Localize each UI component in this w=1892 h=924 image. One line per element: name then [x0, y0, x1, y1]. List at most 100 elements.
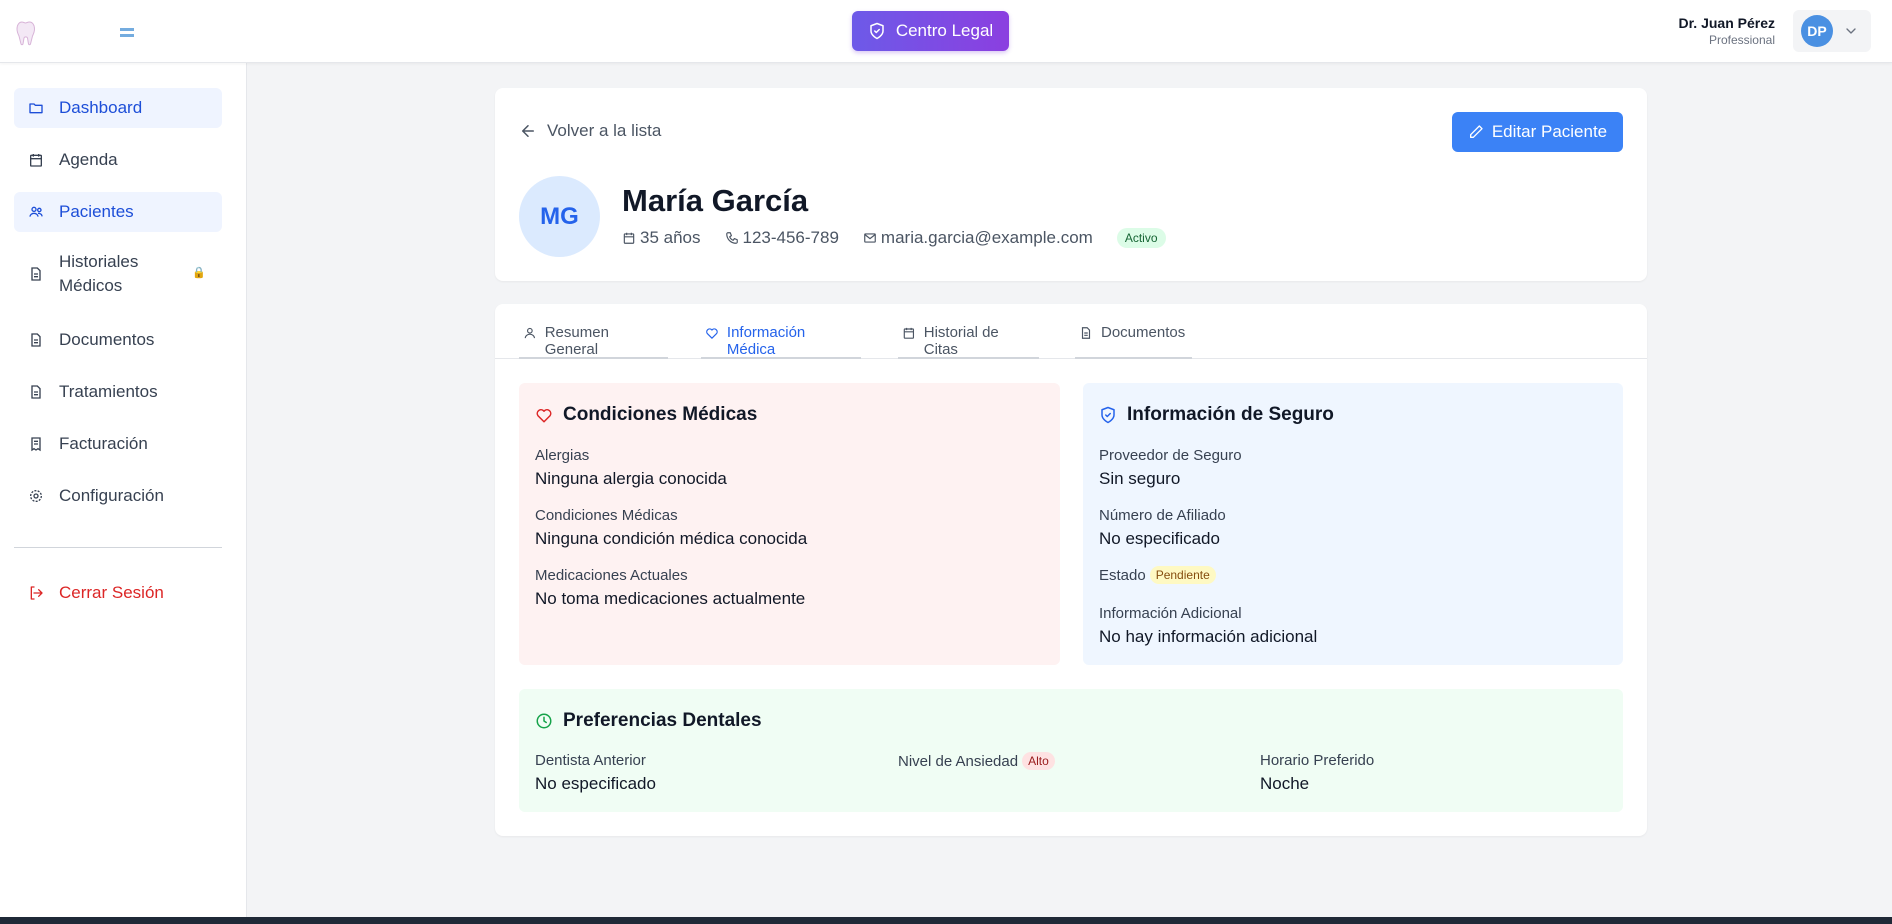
tab-label: Información Médica [726, 324, 806, 358]
dental-preferences-title: Preferencias Dentales [535, 710, 762, 732]
user-name: Dr. Juan Pérez [1678, 15, 1776, 31]
user-icon [524, 327, 536, 339]
patient-header-card: Volver a la lista Editar Paciente MG Mar… [495, 88, 1647, 281]
patient-age-value: 35 años [640, 228, 701, 247]
field-label: Dentista Anterior [535, 752, 646, 769]
field-label: Estado Pendiente [1099, 566, 1216, 584]
conditions-field: Condiciones Médicas Ninguna condición mé… [535, 507, 807, 549]
anxiety-level-field: Nivel de Ansiedad Alto [898, 752, 1055, 770]
field-label: Horario Preferido [1260, 752, 1375, 769]
tab-historial-citas[interactable]: Historial de Citas [898, 320, 1039, 359]
allergies-field: Alergias Ninguna alergia conocida [535, 447, 727, 489]
sidebar-item-documentos[interactable]: Documentos [14, 320, 222, 360]
tab-label: Documentos [1101, 324, 1186, 341]
sidebar-item-label: Facturación [59, 434, 148, 453]
field-value: No toma medicaciones actualmente [535, 589, 806, 608]
edit-label: Editar Paciente [1491, 122, 1608, 141]
calendar-icon [623, 232, 635, 244]
sidebar-item-facturacion[interactable]: Facturación [14, 424, 222, 464]
mail-icon [864, 233, 876, 243]
sidebar: Dashboard Agenda Pacientes Historiales M… [0, 63, 247, 917]
additional-info-field: Información Adicional No hay información… [1099, 605, 1317, 647]
sidebar-item-label: Dashboard [59, 98, 143, 117]
patient-phone: 123-456-789 [725, 228, 839, 248]
document-icon [1081, 327, 1091, 339]
gear-icon [30, 490, 42, 502]
patient-avatar: MG [519, 176, 600, 257]
app-logo[interactable] [14, 14, 194, 50]
medical-conditions-panel: Condiciones Médicas Alergias Ninguna ale… [519, 383, 1060, 665]
sidebar-item-configuracion[interactable]: Configuración [14, 476, 222, 516]
panel-title-text: Preferencias Dentales [563, 710, 762, 731]
file-icon [31, 267, 41, 281]
sidebar-item-pacientes[interactable]: Pacientes [14, 192, 222, 232]
tab-bar: Resumen General Información Médica Histo… [495, 304, 1647, 359]
tooth-logo-icon [16, 21, 36, 46]
receipt-icon [31, 437, 41, 452]
status-badge: Activo [1116, 228, 1166, 248]
patient-tabs-card: Resumen General Información Médica Histo… [495, 304, 1647, 836]
patient-name: María García [622, 183, 809, 218]
user-role: Professional [1708, 33, 1775, 47]
user-avatar: DP [1801, 15, 1833, 47]
panel-title-text: Información de Seguro [1127, 404, 1334, 425]
sidebar-item-label: Documentos [59, 330, 155, 349]
pencil-icon [1469, 125, 1483, 138]
field-label: Número de Afiliado [1099, 507, 1226, 524]
preferred-schedule-field: Horario Preferido Noche [1260, 752, 1374, 794]
medications-field: Medicaciones Actuales No toma medicacion… [535, 567, 805, 609]
back-label: Volver a la lista [547, 121, 662, 140]
field-label: Nivel de Ansiedad Alto [898, 752, 1055, 770]
anxiety-badge: Alto [1022, 752, 1055, 770]
back-to-list-link[interactable]: Volver a la lista [519, 121, 661, 141]
tab-label: Historial de Citas [923, 324, 999, 358]
field-label: Proveedor de Seguro [1099, 447, 1242, 464]
sidebar-divider [14, 547, 222, 548]
arrow-left-icon [522, 125, 534, 137]
user-menu-button[interactable]: DP [1793, 10, 1871, 52]
field-label: Alergias [535, 447, 590, 464]
field-value: Ninguna alergia conocida [535, 469, 727, 488]
sidebar-item-agenda[interactable]: Agenda [14, 140, 222, 180]
flag-icon [120, 27, 134, 37]
medical-conditions-title: Condiciones Médicas [535, 404, 757, 426]
patient-meta: 35 años 123-456-789 maria.garcia@example… [622, 228, 1166, 248]
insurance-provider-field: Proveedor de Seguro Sin seguro [1099, 447, 1242, 489]
top-header: Centro Legal Dr. Juan Pérez Professional… [0, 0, 1892, 63]
patient-phone-value: 123-456-789 [742, 228, 839, 247]
patient-email-value: maria.garcia@example.com [880, 228, 1093, 247]
tab-resumen-general[interactable]: Resumen General [519, 320, 668, 359]
status-label: Estado [1099, 566, 1146, 584]
field-value: Noche [1260, 774, 1310, 793]
sidebar-item-historiales[interactable]: Historiales Médicos 🔒 [14, 246, 222, 302]
field-value: Ninguna condición médica conocida [535, 529, 808, 548]
field-value: No especificado [1099, 529, 1220, 548]
field-label: Información Adicional [1099, 605, 1242, 622]
tab-informacion-medica[interactable]: Información Médica [701, 320, 861, 359]
field-value: No especificado [535, 774, 656, 793]
insurance-status-field: Estado Pendiente [1099, 566, 1216, 584]
shield-check-icon [870, 22, 884, 40]
sidebar-item-dashboard[interactable]: Dashboard [14, 88, 222, 128]
logout-button[interactable]: Cerrar Sesión [14, 573, 222, 613]
lock-icon: 🔒 [192, 267, 206, 279]
heart-icon [706, 328, 718, 339]
insurance-title: Información de Seguro [1099, 404, 1334, 426]
patient-age: 35 años [622, 228, 701, 248]
patient-email: maria.garcia@example.com [863, 228, 1093, 248]
field-label: Condiciones Médicas [535, 507, 678, 524]
field-label: Medicaciones Actuales [535, 567, 688, 584]
anxiety-label: Nivel de Ansiedad [898, 752, 1019, 770]
clock-icon [536, 713, 552, 729]
legal-center-button[interactable]: Centro Legal [852, 11, 1009, 51]
tab-label: Resumen General [544, 324, 609, 358]
heart-icon [536, 409, 552, 423]
users-icon [29, 206, 43, 217]
edit-patient-button[interactable]: Editar Paciente [1452, 112, 1623, 152]
tab-documentos[interactable]: Documentos [1075, 320, 1192, 359]
sidebar-item-tratamientos[interactable]: Tratamientos [14, 372, 222, 412]
shield-check-icon [1101, 406, 1115, 424]
status-badge: Pendiente [1149, 566, 1216, 584]
logout-label: Cerrar Sesión [59, 583, 164, 602]
sidebar-item-label: Configuración [59, 486, 164, 505]
